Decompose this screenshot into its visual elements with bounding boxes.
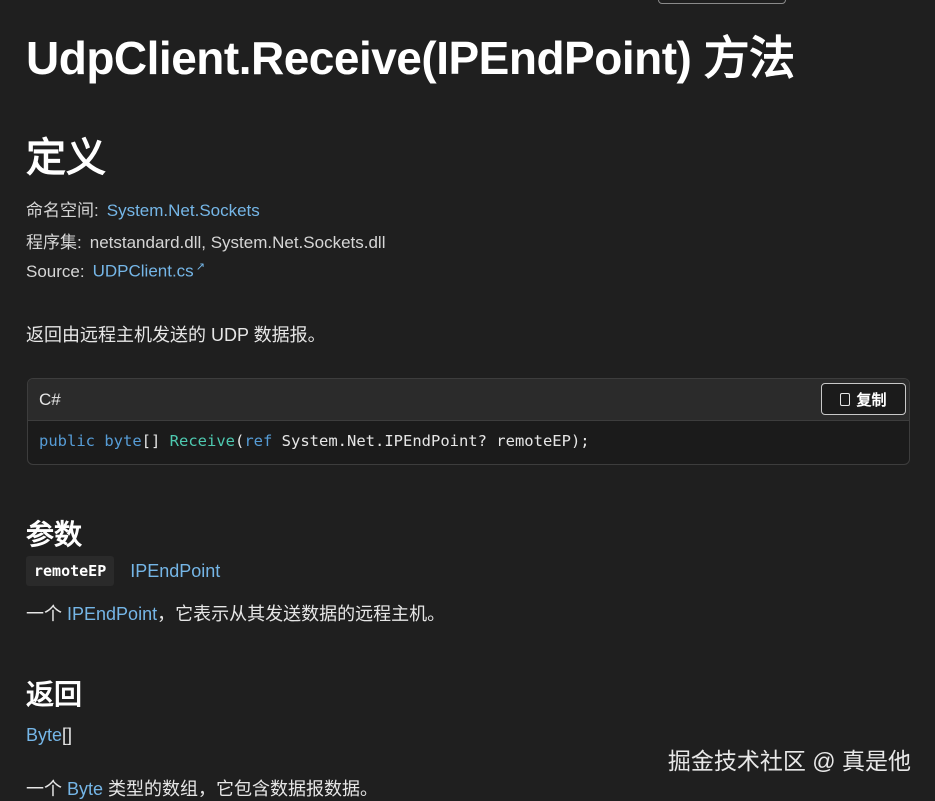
code-token-open: ( (235, 432, 245, 450)
assembly-label: 程序集: (26, 233, 82, 252)
returns-heading: 返回 (26, 679, 83, 710)
parameters-heading: 参数 (26, 519, 83, 550)
code-block: C# 复制 public byte[] Receive(ref System.N… (27, 378, 910, 465)
source-label: Source: (26, 261, 85, 281)
parameter-desc-suffix: ，它表示从其发送数据的远程主机。 (157, 604, 446, 624)
code-token-rest: System.Net.IPEndPoint? remoteEP); (272, 432, 590, 450)
code-token-ref: ref (244, 432, 273, 450)
copy-icon (840, 392, 851, 406)
namespace-label: 命名空间: (26, 201, 99, 220)
code-signature: public byte[] Receive(ref System.Net.IPE… (28, 421, 909, 461)
watermark: 掘金技术社区 @ 真是他 (667, 748, 911, 774)
return-desc-suffix: 类型的数组，它包含数据报数据。 (103, 779, 379, 799)
summary-text: 返回由远程主机发送的 UDP 数据报。 (26, 325, 326, 345)
code-token-receive: Receive (169, 432, 235, 450)
parameter-type-link[interactable]: IPEndPoint (130, 561, 220, 582)
external-link-icon: ↗ (195, 261, 205, 273)
code-token-public: public (39, 432, 95, 450)
copy-button-label: 复制 (856, 391, 887, 409)
code-token-brackets: [] (141, 432, 170, 450)
namespace-link[interactable]: System.Net.Sockets (107, 201, 260, 220)
return-type-link[interactable]: Byte (26, 725, 62, 745)
assembly-value: netstandard.dll, System.Net.Sockets.dll (89, 233, 386, 252)
code-header: C# 复制 (28, 379, 909, 421)
return-description: 一个 Byte 类型的数组，它包含数据报数据。 (26, 775, 378, 801)
definition-heading: 定义 (26, 136, 106, 180)
page-title: UdpClient.Receive(IPEndPoint) 方法 (26, 32, 795, 84)
return-type-suffix: [] (62, 725, 73, 745)
parameter-description: 一个 IPEndPoint，它表示从其发送数据的远程主机。 (26, 600, 445, 626)
code-language: C# (39, 390, 61, 409)
parameter-row: remoteEP IPEndPoint (26, 556, 220, 586)
assembly-row: 程序集: netstandard.dll, System.Net.Sockets.… (26, 228, 385, 253)
copy-button[interactable]: 复制 (821, 383, 906, 415)
parameter-name: remoteEP (26, 556, 115, 586)
return-type: Byte[] (26, 725, 72, 746)
return-desc-link[interactable]: Byte (67, 779, 103, 799)
namespace-row: 命名空间: System.Net.Sockets (26, 196, 260, 221)
source-link[interactable]: UDPClient.cs (93, 262, 194, 281)
parameter-desc-prefix: 一个 (26, 604, 68, 624)
return-desc-prefix: 一个 (26, 779, 68, 799)
source-row: Source: UDPClient.cs ↗ (26, 260, 205, 282)
parameter-desc-link[interactable]: IPEndPoint (67, 604, 157, 624)
top-button-outline[interactable] (658, 0, 786, 4)
code-token-byte: byte (104, 432, 142, 450)
